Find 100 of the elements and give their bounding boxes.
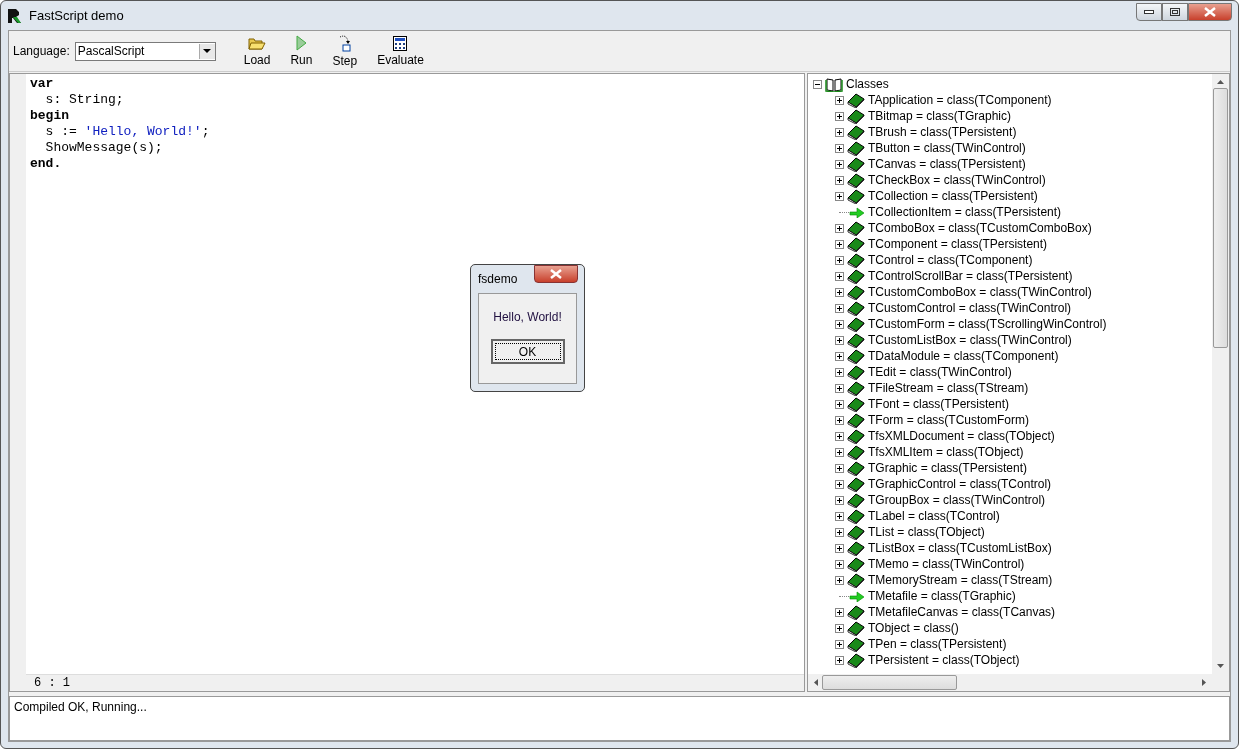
tree-item[interactable]: TDataModule = class(TComponent)	[868, 349, 1059, 363]
tree-item[interactable]: TCollection = class(TPersistent)	[868, 189, 1038, 203]
tree-item[interactable]: TCollectionItem = class(TPersistent)	[868, 205, 1062, 219]
tree-item[interactable]: TMetafileCanvas = class(TCanvas)	[868, 605, 1056, 619]
expand-icon[interactable]	[835, 143, 844, 153]
expand-icon[interactable]	[835, 175, 844, 185]
tree-item[interactable]: TComponent = class(TPersistent)	[868, 237, 1048, 251]
close-button[interactable]	[534, 265, 578, 283]
tree-item[interactable]: TForm = class(TCustomForm)	[868, 413, 1029, 427]
expand-icon[interactable]	[835, 575, 844, 585]
book-icon	[847, 188, 865, 204]
book-icon	[847, 140, 865, 156]
tree-item[interactable]: TCheckBox = class(TWinControl)	[868, 173, 1046, 187]
expand-icon[interactable]	[835, 559, 844, 569]
message-text: Compiled OK, Running...	[14, 700, 148, 714]
expand-icon[interactable]	[835, 159, 844, 169]
expand-icon[interactable]	[835, 319, 844, 329]
tree-item[interactable]: TFont = class(TPersistent)	[868, 397, 1010, 411]
folder-icon	[248, 35, 267, 51]
expand-icon[interactable]	[835, 639, 844, 649]
expand-icon[interactable]	[835, 255, 844, 265]
toolbar-button[interactable]: Step	[324, 34, 366, 68]
expand-icon[interactable]	[835, 223, 844, 233]
tree-item[interactable]: TCustomComboBox = class(TWinControl)	[868, 285, 1092, 299]
expand-icon[interactable]	[835, 527, 844, 537]
book-icon	[847, 636, 865, 652]
tree-item[interactable]: TGraphicControl = class(TControl)	[868, 477, 1052, 491]
tree-item[interactable]: Classes	[846, 77, 889, 91]
tree-item[interactable]: TPersistent = class(TObject)	[868, 653, 1020, 667]
close-button[interactable]	[1188, 2, 1232, 21]
expand-icon[interactable]	[835, 495, 844, 505]
expand-icon[interactable]	[835, 511, 844, 521]
language-dropdown[interactable]: PascalScript	[74, 41, 216, 61]
scroll-right-icon[interactable]	[1202, 679, 1206, 686]
expand-icon[interactable]	[835, 623, 844, 633]
expand-icon[interactable]	[835, 367, 844, 377]
tree-item[interactable]: TBitmap = class(TGraphic)	[868, 109, 1012, 123]
expand-icon[interactable]	[835, 607, 844, 617]
calculator-icon	[393, 35, 408, 51]
tree-item[interactable]: TLabel = class(TControl)	[868, 509, 1000, 523]
toolbar-button[interactable]: Load	[235, 35, 279, 67]
expand-icon[interactable]	[835, 655, 844, 665]
expand-icon[interactable]	[835, 127, 844, 137]
cursor-position: 6 : 1	[34, 676, 70, 690]
tree-item[interactable]: TFileStream = class(TStream)	[868, 381, 1029, 395]
tree-item[interactable]: TListBox = class(TCustomListBox)	[868, 541, 1052, 555]
tree-item[interactable]: TMemoryStream = class(TStream)	[868, 573, 1053, 587]
tree-item[interactable]: TGroupBox = class(TWinControl)	[868, 493, 1046, 507]
expand-icon[interactable]	[835, 447, 844, 457]
scroll-up-icon[interactable]	[1217, 80, 1224, 84]
expand-icon[interactable]	[835, 111, 844, 121]
tree-item[interactable]: TCanvas = class(TPersistent)	[868, 157, 1026, 171]
scroll-down-icon[interactable]	[1217, 664, 1224, 668]
tree-item[interactable]: TPen = class(TPersistent)	[868, 637, 1007, 651]
expand-icon[interactable]	[835, 415, 844, 425]
tree-item[interactable]: TApplication = class(TComponent)	[868, 93, 1052, 107]
expand-icon[interactable]	[835, 271, 844, 281]
tree-item[interactable]: TCustomListBox = class(TWinControl)	[868, 333, 1072, 347]
tree-item[interactable]: TEdit = class(TWinControl)	[868, 365, 1012, 379]
tree-item[interactable]: TfsXMLDocument = class(TObject)	[868, 429, 1055, 443]
ok-button[interactable]: OK	[490, 339, 565, 364]
scroll-left-icon[interactable]	[814, 679, 818, 686]
expand-icon[interactable]	[835, 335, 844, 345]
tree-item[interactable]: TBrush = class(TPersistent)	[868, 125, 1017, 139]
tree-item[interactable]: TMetafile = class(TGraphic)	[868, 589, 1016, 603]
book-icon	[847, 524, 865, 540]
toolbar-button[interactable]: Evaluate	[369, 35, 432, 67]
expand-icon[interactable]	[835, 479, 844, 489]
tree-item[interactable]: TControl = class(TComponent)	[868, 253, 1033, 267]
horizontal-scrollbar[interactable]	[808, 674, 1212, 691]
expand-icon[interactable]	[835, 431, 844, 441]
tree-item[interactable]: TButton = class(TWinControl)	[868, 141, 1026, 155]
expand-icon[interactable]	[835, 463, 844, 473]
tree-item[interactable]: TCustomForm = class(TScrollingWinControl)	[868, 317, 1107, 331]
tree-item[interactable]: TComboBox = class(TCustomComboBox)	[868, 221, 1092, 235]
book-icon	[847, 556, 865, 572]
expand-icon[interactable]	[835, 399, 844, 409]
tree-item[interactable]: TList = class(TObject)	[868, 525, 985, 539]
book-icon	[847, 652, 865, 668]
expand-icon[interactable]	[835, 239, 844, 249]
tree-item[interactable]: TGraphic = class(TPersistent)	[868, 461, 1028, 475]
vertical-scrollbar[interactable]	[1212, 74, 1229, 674]
book-icon	[847, 460, 865, 476]
expand-icon[interactable]	[835, 191, 844, 201]
expand-icon[interactable]	[835, 543, 844, 553]
expand-icon[interactable]	[835, 287, 844, 297]
minimize-button[interactable]	[1136, 2, 1162, 21]
expand-icon[interactable]	[835, 351, 844, 361]
tree-item[interactable]: TCustomControl = class(TWinControl)	[868, 301, 1072, 315]
collapse-icon[interactable]	[813, 79, 822, 89]
tree-item[interactable]: TfsXMLItem = class(TObject)	[868, 445, 1024, 459]
tree-item[interactable]: TControlScrollBar = class(TPersistent)	[868, 269, 1073, 283]
expand-icon[interactable]	[835, 303, 844, 313]
expand-icon[interactable]	[835, 95, 844, 105]
tree-item[interactable]: TObject = class()	[868, 621, 959, 635]
toolbar-button[interactable]: Run	[282, 35, 321, 67]
expand-icon[interactable]	[835, 383, 844, 393]
maximize-button[interactable]	[1162, 2, 1188, 21]
tree-item[interactable]: TMemo = class(TWinControl)	[868, 557, 1025, 571]
close-icon	[1204, 6, 1216, 17]
